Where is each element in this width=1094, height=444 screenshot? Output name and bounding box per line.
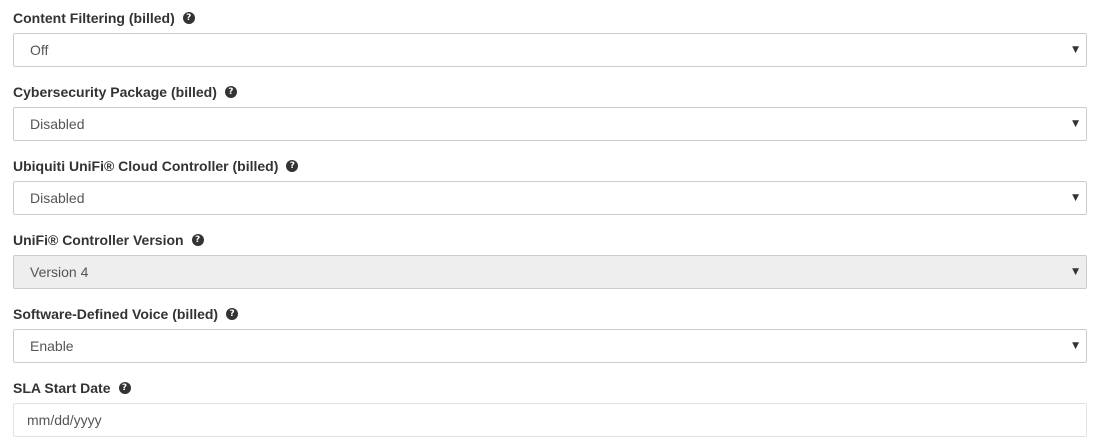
caret-down-icon: ▼ [1072, 45, 1079, 55]
field-cybersecurity-package: Cybersecurity Package (billed) ? Disable… [13, 74, 1087, 148]
help-icon[interactable]: ? [226, 308, 239, 320]
software-defined-voice-label: Software-Defined Voice (billed) [13, 306, 219, 322]
caret-down-icon: ▼ [1072, 119, 1079, 129]
unifi-controller-version-select: Version 4 ▼ [13, 255, 1087, 289]
field-sla-start-date: SLA Start Date ? mm/dd/yyyy [13, 370, 1087, 444]
field-unifi-cloud-controller: Ubiquiti UniFi® Cloud Controller (billed… [13, 148, 1087, 222]
sla-start-date-label: SLA Start Date [13, 380, 111, 396]
sla-start-date-label-row: SLA Start Date ? [13, 379, 131, 397]
help-icon[interactable]: ? [224, 86, 237, 98]
help-icon[interactable]: ? [118, 382, 131, 394]
unifi-cloud-controller-label-row: Ubiquiti UniFi® Cloud Controller (billed… [13, 157, 299, 175]
caret-down-icon: ▼ [1072, 341, 1079, 351]
caret-down-icon: ▼ [1072, 267, 1079, 277]
field-software-defined-voice: Software-Defined Voice (billed) ? Enable… [13, 296, 1087, 370]
content-filtering-select[interactable]: Off ▼ [13, 33, 1087, 67]
software-defined-voice-select[interactable]: Enable ▼ [13, 329, 1087, 363]
software-defined-voice-value: Enable [30, 338, 74, 354]
field-content-filtering: Content Filtering (billed) ? Off ▼ [13, 0, 1087, 74]
unifi-cloud-controller-value: Disabled [30, 190, 85, 206]
caret-down-icon: ▼ [1072, 193, 1079, 203]
help-icon[interactable]: ? [182, 12, 195, 24]
content-filtering-value: Off [30, 42, 49, 58]
software-defined-voice-label-row: Software-Defined Voice (billed) ? [13, 305, 239, 323]
settings-form: Content Filtering (billed) ? Off ▼ Cyber… [13, 0, 1087, 444]
cybersecurity-package-value: Disabled [30, 116, 85, 132]
sla-start-date-placeholder: mm/dd/yyyy [27, 412, 102, 428]
unifi-controller-version-label: UniFi® Controller Version [13, 232, 184, 248]
unifi-cloud-controller-select[interactable]: Disabled ▼ [13, 181, 1087, 215]
cybersecurity-package-label-row: Cybersecurity Package (billed) ? [13, 83, 237, 101]
cybersecurity-package-select[interactable]: Disabled ▼ [13, 107, 1087, 141]
unifi-controller-version-label-row: UniFi® Controller Version ? [13, 231, 204, 249]
unifi-controller-version-value: Version 4 [30, 264, 89, 280]
help-icon[interactable]: ? [191, 234, 204, 246]
content-filtering-label-row: Content Filtering (billed) ? [13, 9, 195, 27]
unifi-cloud-controller-label: Ubiquiti UniFi® Cloud Controller (billed… [13, 158, 279, 174]
help-icon[interactable]: ? [286, 160, 299, 172]
cybersecurity-package-label: Cybersecurity Package (billed) [13, 84, 217, 100]
sla-start-date-input[interactable]: mm/dd/yyyy [13, 403, 1087, 437]
content-filtering-label: Content Filtering (billed) [13, 10, 175, 26]
field-unifi-controller-version: UniFi® Controller Version ? Version 4 ▼ [13, 222, 1087, 296]
